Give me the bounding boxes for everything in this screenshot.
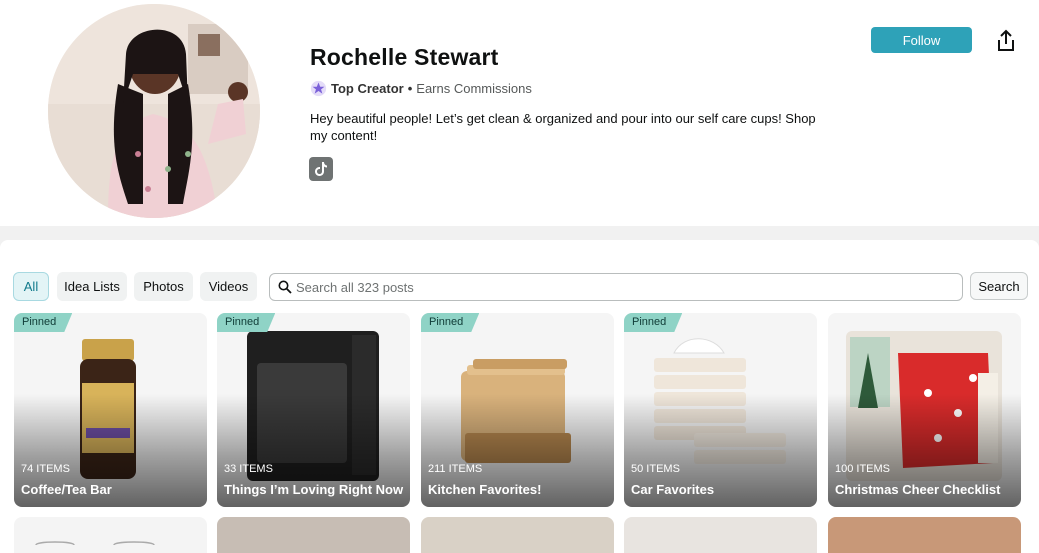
idea-list-card[interactable]: Pinned 211 ITEMS Kitchen Favorites! — [421, 313, 614, 507]
search-placeholder: Search all 323 posts — [296, 279, 414, 295]
card-title: Things I’m Loving Right Now — [224, 482, 404, 497]
item-count: 74 ITEMS — [21, 463, 70, 475]
separator-dot: • — [407, 81, 413, 96]
pinned-badge: Pinned — [14, 313, 72, 332]
profile-name: Rochelle Stewart — [310, 44, 499, 70]
idea-list-card-partial[interactable] — [217, 517, 410, 553]
card-title: Kitchen Favorites! — [428, 482, 542, 497]
tiktok-icon[interactable] — [309, 157, 333, 181]
tab-idea-lists[interactable]: Idea Lists — [57, 272, 127, 301]
pinned-badge: Pinned — [624, 313, 682, 332]
search-button[interactable]: Search — [970, 272, 1028, 300]
tab-photos[interactable]: Photos — [134, 272, 193, 301]
item-count: 33 ITEMS — [224, 463, 273, 475]
item-count: 50 ITEMS — [631, 463, 680, 475]
pinned-badge: Pinned — [421, 313, 479, 332]
idea-list-card-partial[interactable] — [421, 517, 614, 553]
idea-list-card[interactable]: Pinned 74 ITEMS Coffee/Tea Bar — [14, 313, 207, 507]
search-input[interactable]: Search all 323 posts — [269, 273, 963, 301]
search-icon — [278, 280, 292, 294]
idea-list-card[interactable]: 100 ITEMS Christmas Cheer Checklist — [828, 313, 1021, 507]
glasses-image — [35, 541, 155, 546]
creator-badge-row: Top Creator • Earns Commissions — [310, 80, 532, 97]
tab-all[interactable]: All — [13, 272, 49, 301]
pinned-badge: Pinned — [217, 313, 275, 332]
top-creator-label: Top Creator — [331, 81, 404, 96]
top-creator-star-icon — [310, 80, 327, 97]
follow-button[interactable]: Follow — [871, 27, 972, 53]
idea-list-card-partial[interactable] — [624, 517, 817, 553]
card-title: Christmas Cheer Checklist — [835, 482, 1001, 497]
card-title: Car Favorites — [631, 482, 715, 497]
idea-list-card-partial[interactable] — [828, 517, 1021, 553]
idea-list-card[interactable]: Pinned 33 ITEMS Things I’m Loving Right … — [217, 313, 410, 507]
share-icon[interactable] — [994, 28, 1018, 54]
profile-bio: Hey beautiful people! Let’s get clean & … — [310, 111, 816, 143]
idea-list-card[interactable]: Pinned 50 ITEMS Car Favorites — [624, 313, 817, 507]
item-count: 100 ITEMS — [835, 463, 891, 475]
card-title: Coffee/Tea Bar — [21, 482, 112, 497]
avatar — [48, 4, 260, 218]
idea-list-card-partial[interactable] — [14, 517, 207, 553]
tab-videos[interactable]: Videos — [200, 272, 257, 301]
earns-commissions-label: Earns Commissions — [416, 81, 532, 96]
item-count: 211 ITEMS — [428, 463, 483, 475]
